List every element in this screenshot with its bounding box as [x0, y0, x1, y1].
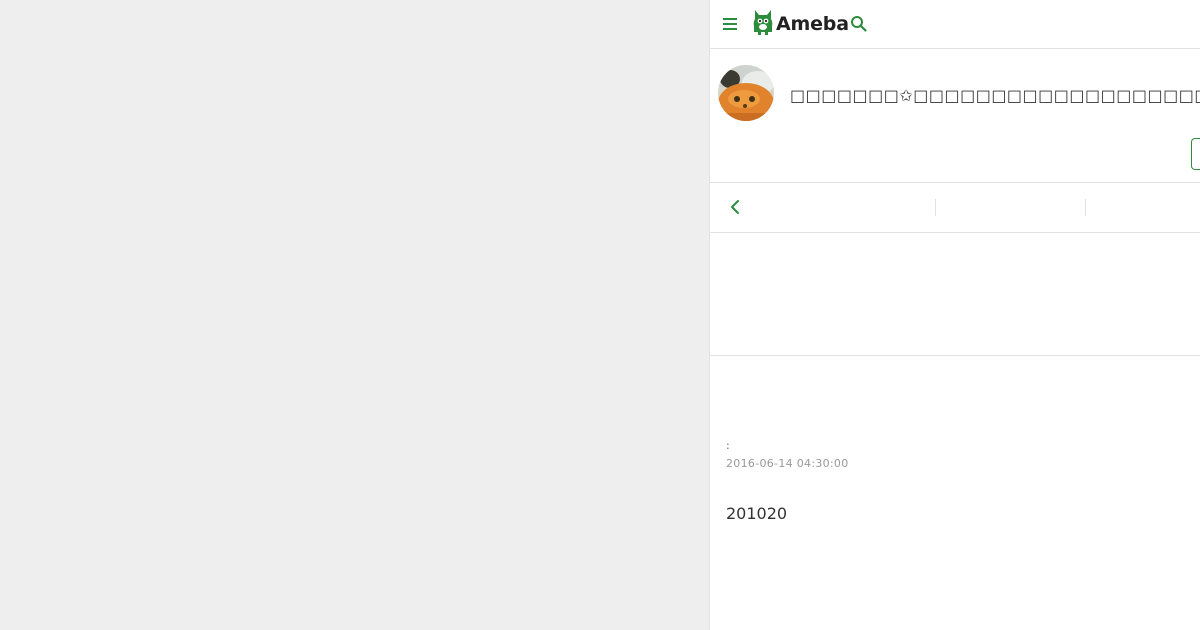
logo-text: Ameba: [776, 13, 849, 35]
chevron-left-icon[interactable]: [728, 198, 744, 216]
search-icon[interactable]: [850, 15, 868, 33]
avatar[interactable]: [718, 65, 774, 121]
left-blank-area: [0, 0, 709, 630]
ameba-mascot-icon: [752, 8, 774, 40]
hamburger-menu-icon[interactable]: [722, 15, 738, 33]
entry-list-link[interactable]: [936, 183, 1085, 232]
article-theme[interactable]: :: [726, 439, 730, 452]
next-entry-link[interactable]: [1086, 183, 1200, 232]
ad-area: [710, 233, 1200, 356]
site-header: Ameba: [710, 0, 1200, 49]
blog-title[interactable]: □□□□□□□✩□□□□□□□□□□□□□□□□□□□: [790, 86, 1200, 105]
article-date: 2016-06-14 04:30:00: [726, 457, 849, 470]
entry-pager: [710, 183, 1200, 233]
blog-profile: □□□□□□□✩□□□□□□□□□□□□□□□□□□□: [710, 49, 1200, 183]
follow-button[interactable]: [1191, 138, 1200, 170]
previous-entry-link[interactable]: [750, 183, 935, 232]
ameba-logo[interactable]: Ameba: [752, 9, 849, 39]
page: Ameba □□□□□□□✩□□□□□□□□□□□□□□□□□□□: 2016…: [0, 0, 1200, 630]
article-body: 201020: [726, 504, 788, 523]
blog-panel: Ameba □□□□□□□✩□□□□□□□□□□□□□□□□□□□: 2016…: [709, 0, 1200, 630]
